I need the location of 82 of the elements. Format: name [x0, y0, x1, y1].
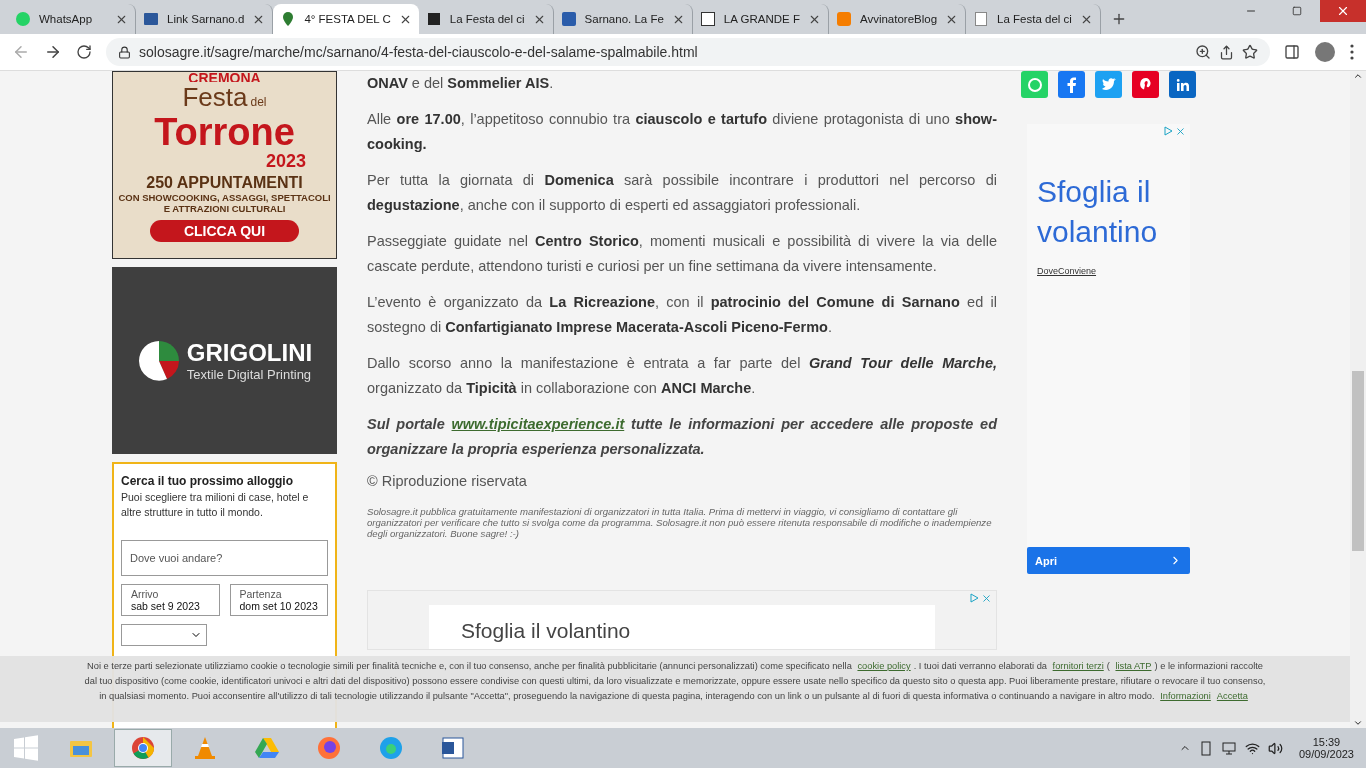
ad-text: CON SHOWCOOKING, ASSAGGI, SPETTACOLI E ATTRAZIONI CULTURALI	[117, 192, 332, 214]
open-button[interactable]: Apri	[1027, 547, 1190, 574]
ad-text: del	[250, 95, 267, 109]
brand-tagline: Textile Digital Printing	[186, 367, 313, 382]
side-panel-icon[interactable]	[1284, 44, 1300, 60]
field-value: dom set 10 2023	[239, 600, 318, 612]
field-value: sab set 9 2023	[131, 600, 201, 612]
cookie-notice-text: Noi e terze parti selezionate utilizziamo cookie o tecnologie simili per finalità tecniche e, con il tuo consenso, anche per finalità pubblicitarie (annunci personalizzati) come specificato nella cookie policy . I tuoi dati verranno elaborati da fornitori terzi ( lista ATP ) e le informazioni raccolte dal tuo dispositivo (come cookie, identificatori univoci e altri dati del dispositivo) possono essere condivise con questi ultimi, da loro visualizzate e memorizzate, oppure essere usate nello specifico da questo sito o questa app. Puoi liberamente prestare, rifiutare o revocare il tuo consenso, in qualsiasi momento. Puoi acconsentire all'utilizzo di tali tecnologie utilizzando il pulsante "Accetta", proseguendo la navigazione di questa pagina, interagendo con un link o un pulsante al di fuori di questa informativa o continuando a navigare in altro modo. Informazioni Accetta	[83, 660, 1267, 703]
ad-choices-icon[interactable]	[1163, 126, 1173, 136]
field-label: Partenza	[239, 588, 283, 600]
printing-banner-ad[interactable]: GRIGOLINI Textile Digital Printing	[112, 267, 337, 454]
facebook-share-icon[interactable]	[1058, 71, 1085, 98]
field-label: Arrivo	[131, 588, 160, 600]
article-paragraph: Passeggiate guidate nel Centro Storico, momenti musicali e possibilità di vivere la via delle cascate perdute, attendono turisti e curiosi per un fine settimana da vivere intensamente.	[367, 232, 997, 276]
departure-date-field[interactable]: Partenza dom set 10 2023	[229, 584, 328, 616]
ad-banner[interactable]: Sfoglia il volantino DoveConviene Apri	[1027, 124, 1190, 574]
tab-favicon-icon	[835, 11, 852, 27]
portal-link[interactable]: www.tipicitaexperience.it	[451, 416, 625, 432]
scroll-up-icon[interactable]	[1353, 71, 1363, 81]
tab-favicon-icon	[973, 11, 990, 27]
ad-headline: 250 APPUNTAMENTI	[146, 174, 303, 192]
copyright-text: © Riproduzione riservata	[367, 473, 528, 489]
linkedin-share-icon[interactable]	[1169, 71, 1196, 98]
cookie-link[interactable]: lista ATP	[1115, 661, 1152, 671]
ad-headline: Sfoglia il volantino	[461, 619, 631, 642]
ad-text: 2023	[265, 151, 306, 172]
ad-cta: CLICCA QUI	[149, 220, 300, 242]
battery-icon[interactable]	[1198, 740, 1213, 756]
destination-field[interactable]: Dove vuoi andare?	[121, 540, 328, 576]
forward-icon[interactable]	[44, 43, 62, 61]
taskbar-app[interactable]	[114, 729, 172, 767]
article-paragraph: Per tutta la giornata di Domenica sarà possibile incontrare i produttori nel percorso di degustazione, anche con il supporto di esperti ed assaggiatori professionali.	[367, 171, 997, 215]
brand-name: GRIGOLINI	[186, 339, 313, 367]
chrome-app-icon	[129, 734, 157, 762]
profile-avatar-icon[interactable]	[1314, 41, 1336, 63]
article-paragraph: Alle ore 17.00, l’appetitoso connubio tra ciauscolo e tartufo diviene protagonista di uno show-cooking.	[367, 110, 997, 154]
article-paragraph: L’evento è organizzato da La Ricreazione, con il patrocinio del Comune di Sarnano ed il sostegno di Confartigianato Imprese Macerata-Ascoli Piceno-Fermo.	[367, 293, 997, 337]
ad-text: Festa	[182, 82, 248, 113]
back-icon[interactable]	[12, 43, 30, 61]
advertiser-link[interactable]: DoveConviene	[1037, 266, 1097, 276]
bookmark-star-icon[interactable]	[1242, 44, 1258, 60]
cookie-link[interactable]: fornitori terzi	[1052, 661, 1104, 671]
clock[interactable]: 15:39 09/09/2023	[1298, 736, 1354, 760]
share-icon[interactable]	[1219, 44, 1234, 60]
scroll-thumb[interactable]	[1352, 371, 1364, 551]
zoom-icon[interactable]	[1195, 44, 1211, 60]
address-bar[interactable]: solosagre.it/sagre/marche/mc/sarnano/4-festa-del-ciauscolo-e-del-salame-spalmabile.html	[106, 38, 1270, 66]
tab-favicon-icon	[425, 11, 442, 27]
pinterest-share-icon[interactable]	[1132, 71, 1159, 98]
widget-description: Puoi scegliere tra milioni di case, hotel e altre strutture in tutto il mondo.	[121, 490, 310, 520]
article-paragraph: Sul portale www.tipicitaexperience.it tutte le informazioni per accedere alle proposte ed organizzare la propria esperienza personalizzata.	[367, 415, 997, 459]
disclaimer-text: Solosagre.it pubblica gratuitamente manifestazioni di organizzatori in tutta Italia. Prima di mettervi in viaggio, vi consigliamo di contattare gli organizzatori per verificare che tutto si svolga come da programma. Solosagre.it non può essere ritenuta responsabile di modifiche o inadempienze degli organizzatori. Buone sagre! :-)	[367, 506, 993, 539]
word-app-icon	[439, 734, 467, 762]
article-paragraph: Dallo scorso anno la manifestazione è entrata a far parte del Grand Tour delle Marche, organizzato da Tipicità in collaborazione con ANCI Marche.	[367, 354, 997, 398]
cookie-link[interactable]: Informazioni	[1160, 691, 1211, 701]
arrival-date-field[interactable]: Arrivo sab set 9 2023	[121, 584, 220, 616]
umbrella-logo-icon	[136, 338, 181, 383]
guests-dropdown[interactable]	[121, 624, 207, 646]
signal-icon[interactable]	[1244, 740, 1260, 756]
firefox-app-icon	[315, 734, 343, 762]
ad-banner[interactable]: Sfoglia il volantino	[367, 590, 997, 650]
cookie-link[interactable]: cookie policy	[857, 661, 911, 671]
edge-app-icon	[377, 734, 405, 762]
tab-favicon-icon	[15, 11, 31, 27]
tab-favicon-icon	[699, 11, 716, 27]
article-paragraph: ONAV e del Sommelier AIS.	[367, 74, 555, 93]
cookie-link[interactable]: Accetta	[1216, 691, 1248, 701]
browser-tab[interactable]: 4° FESTA DEL C	[273, 4, 419, 34]
scrollbar[interactable]	[1350, 71, 1366, 728]
twitter-share-icon[interactable]	[1095, 71, 1122, 98]
widget-title: Cerca il tuo prossimo alloggio	[121, 474, 295, 488]
tab-favicon-icon	[560, 11, 577, 27]
reload-icon[interactable]	[76, 44, 92, 60]
lock-icon	[118, 45, 131, 59]
menu-icon[interactable]	[1350, 44, 1354, 60]
ad-choices-icon[interactable]	[969, 593, 979, 603]
scroll-down-icon[interactable]	[1353, 718, 1363, 728]
tab-favicon-icon	[143, 11, 159, 27]
network-monitor-icon[interactable]	[1220, 740, 1237, 756]
speaker-icon[interactable]	[1267, 740, 1283, 756]
ad-title: Torrone	[154, 113, 295, 151]
ad-headline: Sfoglia il volantino	[1037, 174, 1159, 250]
